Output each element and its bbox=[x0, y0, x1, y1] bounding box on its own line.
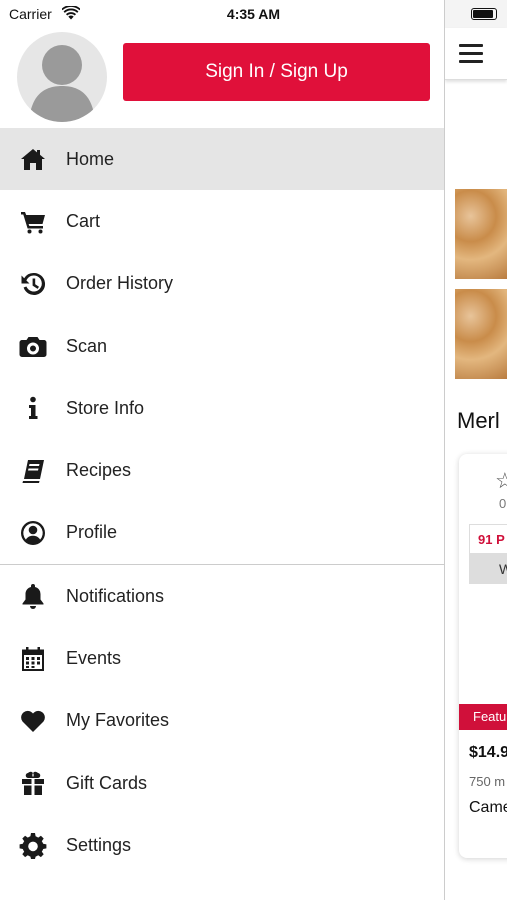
home-icon bbox=[18, 144, 48, 174]
product-image[interactable] bbox=[455, 289, 507, 379]
points-badge: 91 P bbox=[469, 524, 507, 554]
camera-icon bbox=[18, 331, 48, 361]
menu-group-secondary: Notifications Events My Favorites Gift Card… bbox=[0, 565, 444, 876]
bell-icon bbox=[18, 581, 48, 611]
drawer-menu: Home Cart Order History Scan Store Info Recip… bbox=[0, 128, 444, 877]
avatar[interactable] bbox=[17, 32, 107, 122]
status-time: 4:35 AM bbox=[226, 6, 281, 22]
menu-item-store-info[interactable]: Store Info bbox=[0, 377, 444, 439]
section-title: Merl bbox=[457, 408, 500, 433]
menu-item-notifications[interactable]: Notifications bbox=[0, 565, 444, 627]
menu-item-label: Notifications bbox=[66, 585, 165, 606]
profile-header: Sign In / Sign Up bbox=[0, 28, 444, 128]
menu-item-label: My Favorites bbox=[66, 710, 170, 731]
product-image[interactable] bbox=[455, 189, 507, 279]
menu-item-label: Settings bbox=[66, 834, 132, 855]
menu-item-events[interactable]: Events bbox=[0, 627, 444, 689]
card-button[interactable]: W bbox=[469, 554, 507, 584]
gear-icon bbox=[18, 830, 48, 860]
menu-item-my-favorites[interactable]: My Favorites bbox=[0, 690, 444, 752]
menu-item-cart[interactable]: Cart bbox=[0, 190, 444, 252]
background-header bbox=[445, 28, 507, 80]
menu-item-label: Scan bbox=[66, 335, 108, 356]
product-size: 750 m bbox=[469, 774, 506, 789]
menu-item-label: Order History bbox=[66, 273, 174, 294]
menu-item-gift-cards[interactable]: Gift Cards bbox=[0, 752, 444, 814]
navigation-drawer: Carrier Sign In / Sign Up Home Cart Order … bbox=[0, 0, 445, 900]
heart-icon bbox=[18, 706, 48, 736]
menu-item-profile[interactable]: Profile bbox=[0, 502, 444, 564]
book-icon bbox=[18, 456, 48, 486]
menu-item-label: Cart bbox=[66, 210, 101, 231]
menu-group-main: Home Cart Order History Scan Store Info Recip… bbox=[0, 128, 444, 564]
featured-badge: Featu bbox=[459, 704, 507, 730]
product-card[interactable]: ☆ 0 91 P W Featu $14.9 750 m Came bbox=[459, 454, 507, 858]
history-icon bbox=[18, 269, 48, 299]
menu-item-label: Store Info bbox=[66, 397, 145, 418]
user-circle-icon bbox=[18, 518, 48, 548]
menu-item-label: Events bbox=[66, 648, 122, 669]
calendar-icon bbox=[18, 644, 48, 674]
info-icon bbox=[18, 393, 48, 423]
menu-item-label: Recipes bbox=[66, 460, 132, 481]
menu-item-label: Gift Cards bbox=[66, 772, 148, 793]
menu-item-order-history[interactable]: Order History bbox=[0, 253, 444, 315]
product-price: $14.9 bbox=[469, 744, 507, 761]
menu-item-settings[interactable]: Settings bbox=[0, 814, 444, 876]
menu-item-scan[interactable]: Scan bbox=[0, 315, 444, 377]
cart-icon bbox=[18, 206, 48, 236]
rating-count: 0 bbox=[499, 496, 507, 511]
hamburger-menu-icon[interactable] bbox=[459, 44, 483, 64]
menu-item-label: Profile bbox=[66, 522, 118, 543]
sign-in-button[interactable]: Sign In / Sign Up bbox=[123, 43, 430, 101]
menu-item-home[interactable]: Home bbox=[0, 128, 444, 191]
menu-item-label: Home bbox=[66, 148, 115, 169]
product-name: Came bbox=[469, 799, 507, 816]
menu-item-recipes[interactable]: Recipes bbox=[0, 439, 444, 501]
background-app: Merl ☆ 0 91 P W Featu $14.9 750 m Came bbox=[445, 0, 507, 900]
user-placeholder-icon bbox=[29, 45, 95, 122]
star-icon[interactable]: ☆ bbox=[495, 468, 507, 494]
gift-icon bbox=[18, 768, 48, 798]
